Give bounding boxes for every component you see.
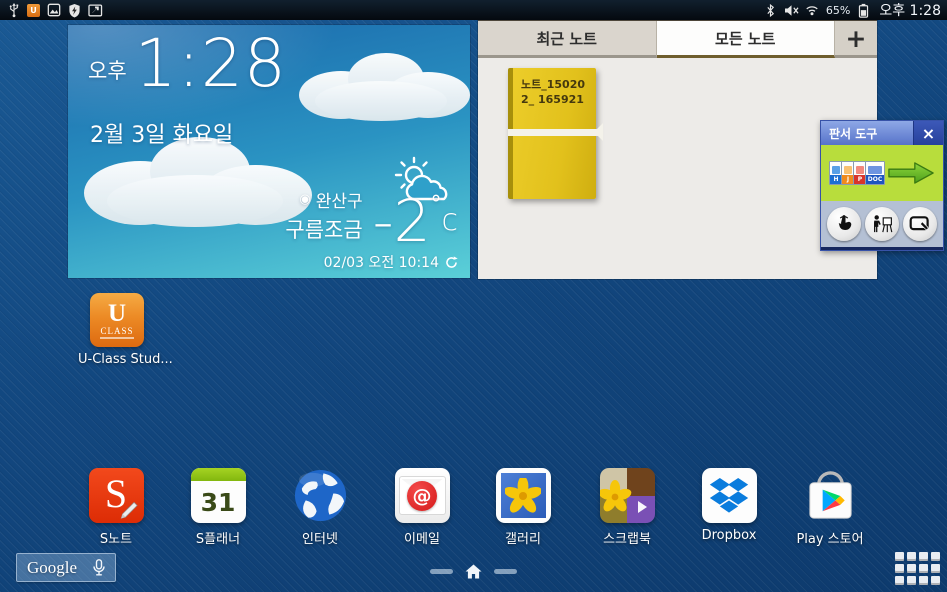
app-uclass-student[interactable]: U CLASS U-Class Stud...	[78, 293, 156, 367]
palette-titlebar[interactable]: 판서 도구 ×	[821, 121, 943, 145]
palette-tools-row	[821, 201, 943, 247]
presenter-icon	[871, 214, 893, 234]
page-dot[interactable]	[430, 569, 453, 574]
flower-icon	[505, 478, 541, 514]
status-bar: U	[0, 0, 947, 20]
multi-window-icon	[88, 3, 103, 18]
pen-tools-palette[interactable]: 판서 도구 × H J P DOC	[820, 120, 944, 251]
weather-condition: 구름조금	[285, 214, 362, 244]
home-screen: U	[0, 0, 947, 592]
pointing-hand-icon	[834, 214, 854, 234]
play-store-app-icon[interactable]	[803, 468, 858, 523]
palette-footer-bar	[821, 247, 943, 250]
weather-updated-time: 02/03 오전 10:14	[324, 252, 439, 272]
play-triangle-icon	[638, 501, 647, 513]
snote-app-icon[interactable]: S	[89, 468, 144, 523]
splanner-app-icon[interactable]: 31	[191, 468, 246, 523]
clock-text: 오후 1:28	[879, 0, 941, 20]
palette-title-text: 판서 도구	[829, 125, 877, 142]
bluetooth-icon	[763, 3, 778, 18]
app-internet[interactable]: 인터넷	[278, 468, 362, 547]
clock-date: 2월 3일 화요일	[90, 117, 233, 149]
board-pen-icon	[909, 215, 931, 234]
mute-vibrate-icon	[784, 3, 799, 18]
uclass-logo-tagline	[100, 337, 134, 339]
app-snote[interactable]: S S노트	[74, 468, 158, 547]
app-play-store[interactable]: Play 스토어	[788, 468, 872, 547]
mic-icon[interactable]	[93, 559, 105, 576]
note-band-decoration	[508, 129, 601, 136]
google-search-widget[interactable]: Google	[16, 553, 116, 582]
presenter-button[interactable]	[865, 207, 899, 241]
note-item[interactable]: 노트_150202_ 165921	[508, 68, 596, 199]
shield-notification-icon	[67, 3, 82, 18]
note-title: 노트_150202_ 165921	[513, 68, 596, 108]
at-symbol-badge: @	[407, 481, 437, 511]
dropbox-logo-icon	[709, 477, 749, 514]
weather-clock-widget[interactable]: 오후 1:28 2월 3일 화요일 ◉ 완산구 구름조금	[68, 25, 470, 278]
flower-icon	[600, 480, 632, 514]
touch-pointer-button[interactable]	[827, 207, 861, 241]
note-tabbar: 최근 노트 모든 노트 +	[478, 20, 877, 58]
google-logo: Google	[27, 558, 77, 578]
home-icon[interactable]	[465, 564, 482, 579]
uclass-app-icon[interactable]: U CLASS	[90, 293, 144, 347]
clock-time: 1:28	[135, 31, 287, 97]
weather-info[interactable]: ◉ 완산구 구름조금 -2 ° c 02/03 오전 10:14	[285, 187, 458, 272]
weather-temperature: -2 ° c	[373, 192, 458, 250]
app-email[interactable]: @ 이메일	[380, 468, 464, 547]
pen-icon	[119, 498, 141, 520]
app-label: U-Class Stud...	[78, 352, 156, 367]
gallery-app-icon[interactable]	[496, 468, 551, 523]
app-dropbox[interactable]: Dropbox	[687, 468, 771, 543]
location-icon: ◉	[299, 192, 310, 207]
note-list: 노트_150202_ 165921	[478, 58, 877, 279]
tab-recent-notes[interactable]: 최근 노트	[478, 21, 657, 58]
battery-percent: 65%	[826, 4, 850, 17]
calendar-top-bar	[191, 468, 246, 481]
dropbox-app-icon[interactable]	[702, 468, 757, 523]
whiteboard-button[interactable]	[903, 207, 937, 241]
screenshot-icon	[46, 3, 61, 18]
page-indicator	[430, 564, 517, 579]
close-icon[interactable]: ×	[913, 121, 943, 145]
status-bar-right: 65% 오후 1:28	[763, 0, 941, 20]
clock-display[interactable]: 오후 1:28	[88, 31, 287, 97]
page-dot[interactable]	[494, 569, 517, 574]
cloud-image	[286, 43, 470, 125]
wifi-icon	[805, 3, 820, 18]
weather-location: 완산구	[316, 187, 363, 212]
status-bar-left: U	[6, 3, 103, 18]
uclass-notification-icon: U	[27, 4, 40, 17]
green-arrow-icon[interactable]	[887, 160, 935, 186]
battery-icon	[856, 3, 871, 18]
clock-meridiem: 오후	[88, 55, 127, 97]
usb-icon	[6, 3, 21, 18]
palette-export-row[interactable]: H J P DOC	[821, 145, 943, 201]
app-scrapbook[interactable]: 스크랩북	[585, 468, 669, 547]
scrapbook-app-icon[interactable]	[600, 468, 655, 523]
app-gallery[interactable]: 갤러리	[481, 468, 565, 547]
snote-widget: 최근 노트 모든 노트 + 노트_150202_ 165921	[478, 20, 877, 279]
file-types-icon: H J P DOC	[829, 161, 883, 185]
app-splanner[interactable]: 31 S플래너	[176, 468, 260, 547]
email-app-icon[interactable]: @	[395, 468, 450, 523]
refresh-icon[interactable]	[445, 256, 458, 269]
tab-all-notes[interactable]: 모든 노트	[657, 21, 836, 58]
apps-button[interactable]	[895, 552, 943, 588]
add-note-button[interactable]: +	[835, 21, 877, 58]
internet-globe-icon[interactable]	[293, 468, 348, 523]
